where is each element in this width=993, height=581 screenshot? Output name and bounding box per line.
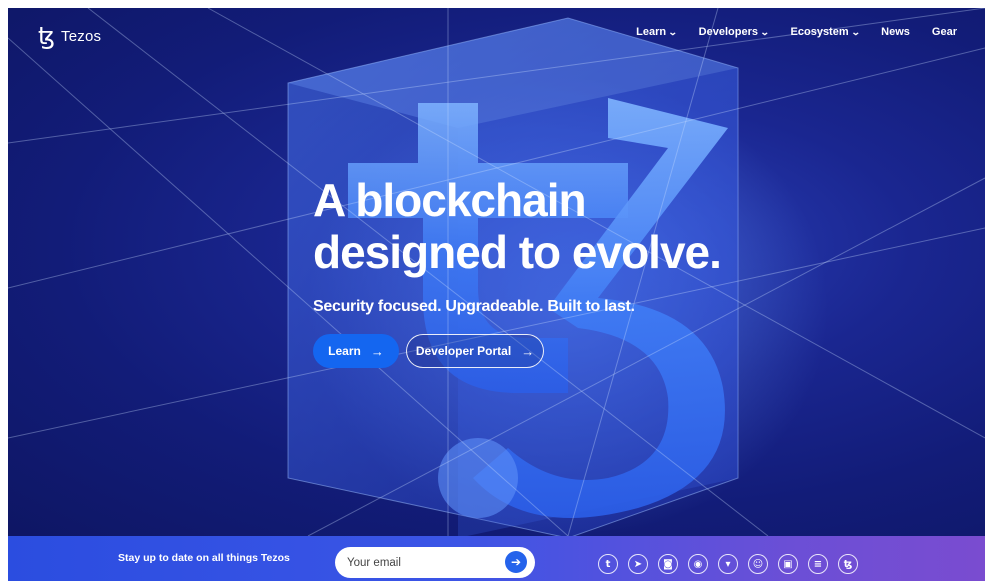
nav-item-label: Developers xyxy=(698,26,758,38)
brand-logo[interactable]: ꜩ Tezos xyxy=(38,24,101,48)
developer-portal-button-label: Developer Portal xyxy=(415,344,512,358)
email-input[interactable] xyxy=(347,547,497,578)
tezos-logo-icon: ꜩ xyxy=(38,22,56,50)
learn-button[interactable]: Learn → xyxy=(313,334,399,368)
reddit-icon[interactable]: ☺ xyxy=(748,554,768,574)
arrow-right-icon: → xyxy=(370,343,384,359)
arrow-right-icon: → xyxy=(521,343,535,359)
newsletter-bar: Stay up to date on all things Tezos ➔ t … xyxy=(8,536,985,581)
gitlab-icon[interactable]: ▾ xyxy=(718,554,738,574)
nav-item-gear[interactable]: Gear xyxy=(932,26,957,38)
medium-icon[interactable]: ▣ xyxy=(778,554,798,574)
stack-icon[interactable]: ≡ xyxy=(808,554,828,574)
nav-item-news[interactable]: News xyxy=(881,26,910,38)
email-form: ➔ xyxy=(335,547,535,578)
chevron-down-icon: ⌄ xyxy=(850,26,861,37)
chevron-down-icon: ⌄ xyxy=(759,26,770,37)
arrow-right-icon: ➔ xyxy=(510,555,522,569)
headline-line-1: A blockchain xyxy=(313,174,587,226)
nav-item-label: Learn xyxy=(636,26,667,38)
submit-arrow-button[interactable]: ➔ xyxy=(505,551,527,573)
social-links: t ➤ ◙ ◉ ▾ ☺ ▣ ≡ ꜩ xyxy=(598,554,858,574)
telegram-icon[interactable]: ➤ xyxy=(628,554,648,574)
learn-button-label: Learn xyxy=(328,344,361,358)
nav-item-label: News xyxy=(881,26,910,38)
github-icon[interactable]: ◉ xyxy=(688,554,708,574)
tezos-icon[interactable]: ꜩ xyxy=(838,554,858,574)
nav-item-learn[interactable]: Learn ⌄ xyxy=(636,26,678,38)
chevron-down-icon: ⌄ xyxy=(667,26,678,37)
twitter-icon[interactable]: t xyxy=(598,554,618,574)
headline-line-2: designed to evolve. xyxy=(313,226,722,278)
hero-section: ꜩ Tezos Learn ⌄ Developers ⌄ Ecosystem ⌄… xyxy=(8,8,985,536)
hero-headline: A blockchain designed to evolve. xyxy=(313,174,722,278)
nav-item-developers[interactable]: Developers ⌄ xyxy=(698,26,770,38)
discord-icon[interactable]: ◙ xyxy=(658,554,678,574)
nav-item-ecosystem[interactable]: Ecosystem ⌄ xyxy=(790,26,861,38)
newsletter-text: Stay up to date on all things Tezos xyxy=(118,552,290,564)
nav-item-label: Gear xyxy=(931,26,957,38)
nav-item-label: Ecosystem xyxy=(790,26,849,38)
brand-name: Tezos xyxy=(61,27,102,45)
main-nav: Learn ⌄ Developers ⌄ Ecosystem ⌄ News Ge… xyxy=(636,26,957,38)
developer-portal-button[interactable]: Developer Portal → xyxy=(406,334,544,368)
hero-subheadline: Security focused. Upgradeable. Built to … xyxy=(313,298,635,315)
